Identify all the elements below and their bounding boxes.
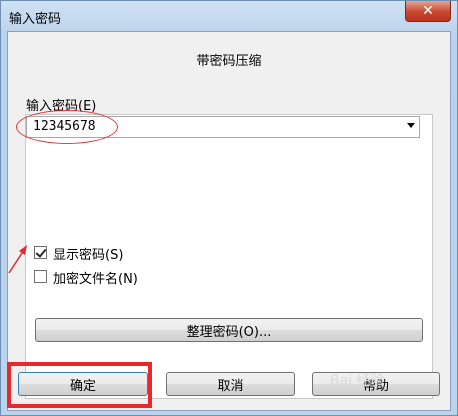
annotation-oval [16,110,118,144]
dialog-heading: 带密码压缩 [196,54,262,69]
encrypt-filenames-checkbox[interactable] [34,270,47,283]
organize-passwords-button[interactable]: 整理密码(O)... [35,318,423,342]
cancel-button[interactable]: 取消 [166,372,295,396]
show-password-label[interactable]: 显示密码(S) [53,244,123,263]
title-bar[interactable]: 输入密码 ✕ [1,1,457,33]
encrypt-filenames-label[interactable]: 加密文件名(N) [53,268,138,287]
close-button[interactable]: ✕ [405,1,451,22]
annotation-highlight-box [7,362,152,408]
close-icon: ✕ [422,3,434,19]
show-password-checkbox[interactable] [34,246,47,259]
annotation-arrow-icon [8,245,27,274]
watermark-text: Bai 经验 [330,373,385,389]
dropdown-arrow-icon[interactable] [407,123,415,128]
dialog-client-area: 带密码压缩 [7,31,451,411]
window-title: 输入密码 [9,12,62,27]
